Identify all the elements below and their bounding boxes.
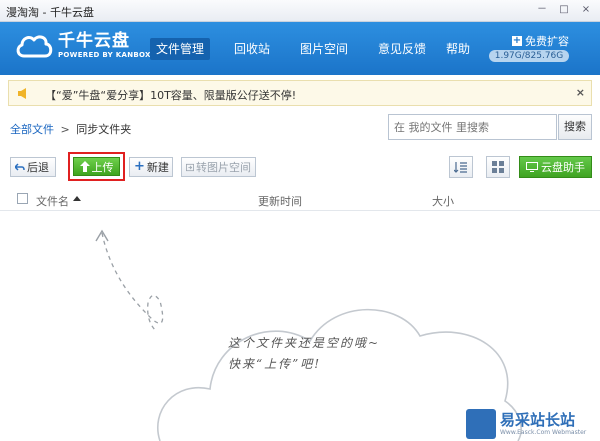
- grid-view-icon: [492, 161, 504, 173]
- cloud-assistant-button[interactable]: 云盘助手: [519, 156, 592, 178]
- watermark-subtitle: Www.Easck.Com Webmaster: [500, 428, 587, 436]
- transfer-icon: [186, 163, 194, 171]
- upload-button[interactable]: 上传: [73, 157, 120, 176]
- new-label: 新建: [146, 161, 169, 174]
- nav-file-manager[interactable]: 文件管理: [150, 38, 211, 60]
- close-button[interactable]: ×: [576, 2, 596, 18]
- plus-icon: +: [134, 159, 145, 174]
- app-header: 千牛云盘 POWERED BY KANBOX 文件管理 回收站 图片空间 意见反…: [0, 22, 600, 75]
- back-arrow-icon: [15, 162, 25, 171]
- nav-image-space[interactable]: 图片空间: [294, 38, 354, 60]
- storage-quota: 1.97G/825.76G: [489, 50, 569, 62]
- window-controls: － □ ×: [532, 2, 596, 18]
- breadcrumb: 全部文件 > 同步文件夹: [10, 121, 131, 137]
- list-view-icon: [454, 162, 467, 173]
- cloud-assistant-label: 云盘助手: [541, 161, 585, 174]
- speaker-icon: [18, 88, 26, 99]
- sort-asc-icon: [73, 196, 81, 201]
- to-image-space-label: 转图片空间: [196, 161, 251, 174]
- site-watermark: 易采站长站 Www.Easck.Com Webmaster: [466, 406, 600, 441]
- app-logo[interactable]: 千牛云盘 POWERED BY KANBOX: [14, 30, 151, 60]
- back-button[interactable]: 后退: [10, 157, 56, 177]
- logo-subtitle: POWERED BY KANBOX: [58, 50, 151, 59]
- nav-recycle-bin[interactable]: 回收站: [228, 38, 276, 60]
- breadcrumb-separator: >: [60, 123, 70, 136]
- search-button[interactable]: 搜索: [558, 114, 592, 140]
- minimize-button[interactable]: －: [532, 2, 552, 18]
- column-filename[interactable]: 文件名: [36, 193, 69, 209]
- new-folder-button[interactable]: + 新建: [129, 157, 173, 177]
- breadcrumb-current: 同步文件夹: [76, 123, 132, 136]
- to-image-space-button[interactable]: 转图片空间: [181, 157, 256, 177]
- list-view-button[interactable]: [449, 156, 473, 178]
- back-label: 后退: [27, 161, 49, 174]
- breadcrumb-all-files[interactable]: 全部文件: [10, 123, 54, 136]
- watermark-logo-icon: [466, 408, 496, 439]
- notice-text[interactable]: 【“爱”牛盘“爱分享】10T容量、限量版公仔送不停!: [45, 87, 296, 103]
- plus-icon: +: [512, 35, 522, 46]
- cloud-logo-icon: [16, 35, 53, 58]
- window-titlebar: 漫淘淘 - 千牛云盘 － □ ×: [0, 0, 600, 22]
- upload-label: 上传: [91, 160, 114, 174]
- grid-view-button[interactable]: [486, 156, 510, 178]
- free-expand-label: 免费扩容: [525, 35, 569, 48]
- empty-message-line1: 这个文件夹还是空的哦~: [228, 336, 381, 350]
- empty-message-line2: 快来“上传”吧!: [228, 357, 322, 371]
- watermark-title: 易采站长站: [500, 410, 576, 429]
- nav-help[interactable]: 帮助: [446, 38, 470, 60]
- maximize-button[interactable]: □: [554, 2, 574, 18]
- main-nav: 文件管理 回收站 图片空间 意见反馈: [150, 38, 450, 60]
- window-title: 漫淘淘 - 千牛云盘: [6, 6, 94, 19]
- file-list-header: 文件名 更新时间 大小: [0, 187, 600, 211]
- logo-title: 千牛云盘: [58, 30, 130, 51]
- upload-highlight: 上传: [68, 152, 125, 181]
- free-expand-link[interactable]: + 免费扩容: [512, 33, 569, 49]
- select-all-checkbox[interactable]: [17, 193, 28, 204]
- search-input[interactable]: [388, 114, 557, 140]
- column-size[interactable]: 大小: [432, 193, 454, 209]
- notice-bar: 【“爱”牛盘“爱分享】10T容量、限量版公仔送不停! ×: [8, 80, 592, 106]
- column-updated-time[interactable]: 更新时间: [258, 193, 302, 209]
- upload-arrow-icon: [79, 161, 90, 172]
- monitor-icon: [526, 162, 538, 172]
- nav-feedback[interactable]: 意见反馈: [372, 38, 432, 60]
- notice-close-button[interactable]: ×: [576, 86, 585, 99]
